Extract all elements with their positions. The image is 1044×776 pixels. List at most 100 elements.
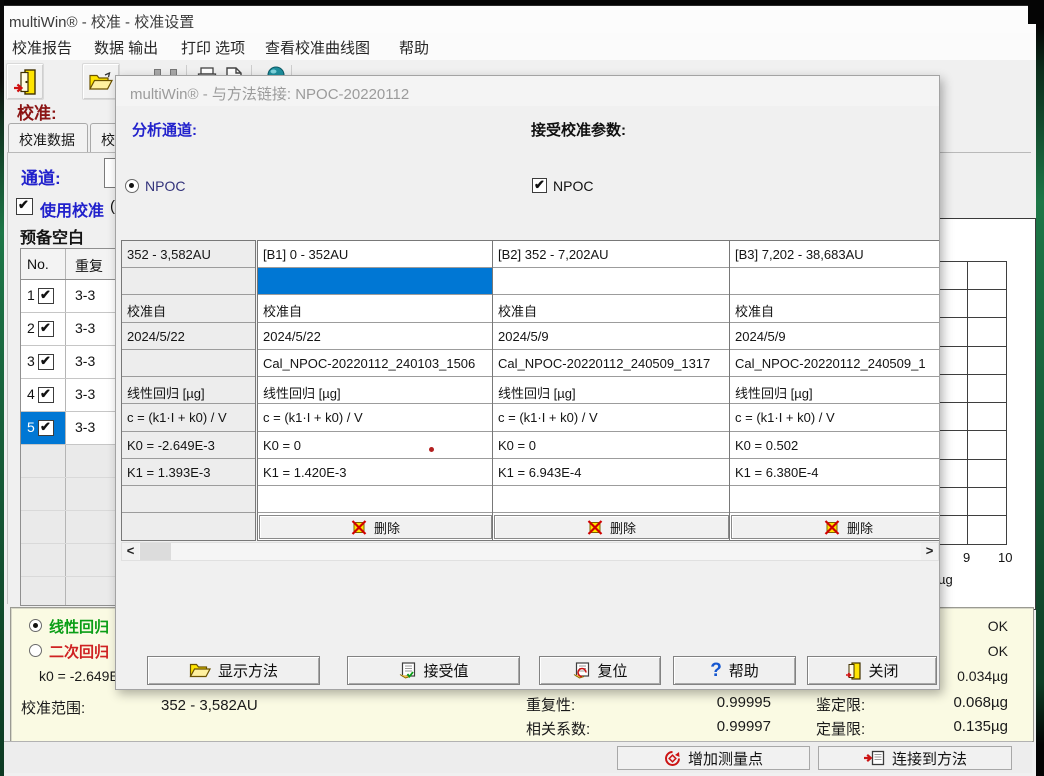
cal-k1-cell[interactable]: K1 = 1.393E-3	[122, 459, 255, 486]
delete-button-b2[interactable]: 删除	[494, 515, 729, 539]
cal-date-cell[interactable]: 2024/5/22	[258, 323, 493, 350]
cal-empty-cell[interactable]	[122, 513, 255, 540]
row-checkbox[interactable]	[38, 288, 54, 304]
toolbar-exit-button[interactable]	[6, 63, 44, 100]
cal-file-cell[interactable]: Cal_NPOC-20220112_240509_1317	[493, 350, 730, 377]
cal-empty-cell[interactable]	[258, 486, 493, 513]
window-title: multiWin® - 校准 - 校准设置	[9, 11, 194, 32]
npoc-radio[interactable]	[125, 179, 139, 193]
cal-formula-cell[interactable]: c = (k1·I + k0) / V	[258, 404, 493, 432]
cal-empty-cell[interactable]	[493, 486, 730, 513]
reset-icon	[572, 662, 590, 680]
dialog-title-bar: multiWin® - 与方法链接: NPOC-20220112	[116, 76, 939, 106]
cal-regression-cell[interactable]: 线性回归 [µg]	[258, 377, 493, 404]
menu-view-calibration-curve[interactable]: 查看校准曲线图	[265, 37, 370, 58]
menu-data-output[interactable]: 数据 输出	[94, 37, 158, 58]
chart-gridline	[929, 261, 1007, 262]
cal-file-cell[interactable]	[122, 350, 255, 377]
detection-limit-value: 0.068µg	[908, 694, 1008, 711]
cal-column-b3: [B3] 7,202 - 38,683AU 校准自 2024/5/9 Cal_N…	[729, 240, 939, 541]
cal-k0-cell[interactable]: K0 = 0.502	[730, 432, 939, 459]
row-checkbox[interactable]	[38, 420, 54, 436]
cal-range-cell[interactable]: 352 - 3,582AU	[122, 241, 255, 268]
cal-k0-cell[interactable]: K0 = -2.649E-3	[122, 432, 255, 459]
add-point-label: 增加测量点	[688, 748, 763, 769]
cal-date-cell[interactable]: 2024/5/9	[730, 323, 939, 350]
cal-range-cell[interactable]: [B1] 0 - 352AU	[258, 241, 493, 268]
cal-empty-cell[interactable]	[122, 268, 255, 295]
cal-from-cell[interactable]: 校准自	[122, 295, 255, 323]
quadratic-regression-radio[interactable]	[29, 644, 42, 657]
table-horizontal-scrollbar[interactable]	[121, 542, 939, 561]
scrollbar-left-arrow[interactable]	[122, 543, 139, 560]
cal-from-cell[interactable]: 校准自	[493, 295, 730, 323]
cal-formula-cell[interactable]: c = (k1·I + k0) / V	[493, 404, 730, 432]
cal-date-cell[interactable]: 2024/5/22	[122, 323, 255, 350]
cal-selected-cell[interactable]	[258, 268, 493, 295]
cal-from-cell[interactable]: 校准自	[258, 295, 493, 323]
close-button[interactable]: 关闭	[807, 656, 937, 685]
exit-door-icon	[845, 662, 861, 680]
cal-column-b2: [B2] 352 - 7,202AU 校准自 2024/5/9 Cal_NPOC…	[492, 240, 731, 541]
npoc-checkbox[interactable]	[532, 178, 547, 193]
reset-button[interactable]: 复位	[539, 656, 661, 685]
cal-formula-cell[interactable]: c = (k1·I + k0) / V	[730, 404, 939, 432]
cal-empty-cell[interactable]	[493, 268, 730, 295]
column-divider	[65, 577, 66, 606]
column-divider	[65, 511, 66, 543]
chart-gridline	[929, 459, 1007, 460]
menu-print-options[interactable]: 打印 选项	[181, 37, 245, 58]
correlation-value: 0.99997	[671, 718, 771, 735]
row-checkbox[interactable]	[38, 321, 54, 337]
cal-range-cell[interactable]: [B2] 352 - 7,202AU	[493, 241, 730, 268]
dialog-title: multiWin® - 与方法链接: NPOC-20220112	[130, 83, 409, 104]
correlation-label: 相关系数:	[526, 718, 590, 739]
range-value: 352 - 3,582AU	[161, 697, 258, 714]
row-repeat: 3-3	[75, 419, 95, 435]
column-divider	[65, 412, 66, 444]
add-measure-point-button[interactable]: 增加测量点	[617, 746, 810, 770]
cal-file-cell[interactable]: Cal_NPOC-20220112_240103_1506	[258, 350, 493, 377]
help-button[interactable]: ? 帮助	[673, 656, 796, 685]
menu-calibration-report[interactable]: 校准报告	[12, 37, 72, 58]
open-folder-icon	[189, 662, 211, 679]
row-checkbox[interactable]	[38, 354, 54, 370]
show-method-button[interactable]: 显示方法	[147, 656, 320, 685]
prepared-blank-label: 预备空白	[20, 224, 84, 248]
scrollbar-thumb[interactable]	[140, 543, 171, 560]
cal-k1-cell[interactable]: K1 = 6.380E-4	[730, 459, 939, 486]
screen-edge-top	[0, 0, 1044, 6]
menu-bar: 校准报告 数据 输出 打印 选项 查看校准曲线图 帮助	[0, 33, 1044, 61]
menu-help[interactable]: 帮助	[399, 37, 429, 58]
cal-k0-cell[interactable]: K0 = 0	[493, 432, 730, 459]
accept-value-button[interactable]: 接受值	[347, 656, 520, 685]
delete-button-label: 删除	[610, 518, 636, 537]
cal-range-cell[interactable]: [B3] 7,202 - 38,683AU	[730, 241, 939, 268]
delete-button-b1[interactable]: 删除	[259, 515, 492, 539]
cal-k1-cell[interactable]: K1 = 6.943E-4	[493, 459, 730, 486]
connect-to-method-button[interactable]: 连接到方法	[818, 746, 1012, 770]
scrollbar-right-arrow[interactable]	[921, 543, 938, 560]
linear-regression-radio[interactable]	[29, 619, 42, 632]
cal-from-cell[interactable]: 校准自	[730, 295, 939, 323]
cal-regression-cell[interactable]: 线性回归 [µg]	[730, 377, 939, 404]
accept-params-label: 接受校准参数:	[531, 119, 626, 140]
cal-k0-cell[interactable]: K0 = 0	[258, 432, 493, 459]
tab-next-partial-label: 校	[101, 132, 115, 148]
delete-button-b3[interactable]: 删除	[731, 515, 939, 539]
cal-empty-cell[interactable]	[122, 486, 255, 513]
cal-file-cell[interactable]: Cal_NPOC-20220112_240509_1	[730, 350, 939, 377]
cal-k1-cell[interactable]: K1 = 1.420E-3	[258, 459, 493, 486]
screen-edge-left	[0, 0, 4, 776]
cal-regression-cell[interactable]: 线性回归 [µg]	[122, 377, 255, 404]
cal-regression-cell[interactable]: 线性回归 [µg]	[493, 377, 730, 404]
cal-empty-cell[interactable]	[730, 268, 939, 295]
tab-calibration-data[interactable]: 校准数据	[8, 123, 88, 152]
cal-formula-cell[interactable]: c = (k1·I + k0) / V	[122, 404, 255, 432]
use-calibration-checkbox[interactable]	[16, 198, 33, 215]
quantification-limit-label: 定量限:	[816, 718, 865, 739]
cal-date-cell[interactable]: 2024/5/9	[493, 323, 730, 350]
x-tick-10: 10	[998, 550, 1012, 565]
row-checkbox[interactable]	[38, 387, 54, 403]
cal-empty-cell[interactable]	[730, 486, 939, 513]
